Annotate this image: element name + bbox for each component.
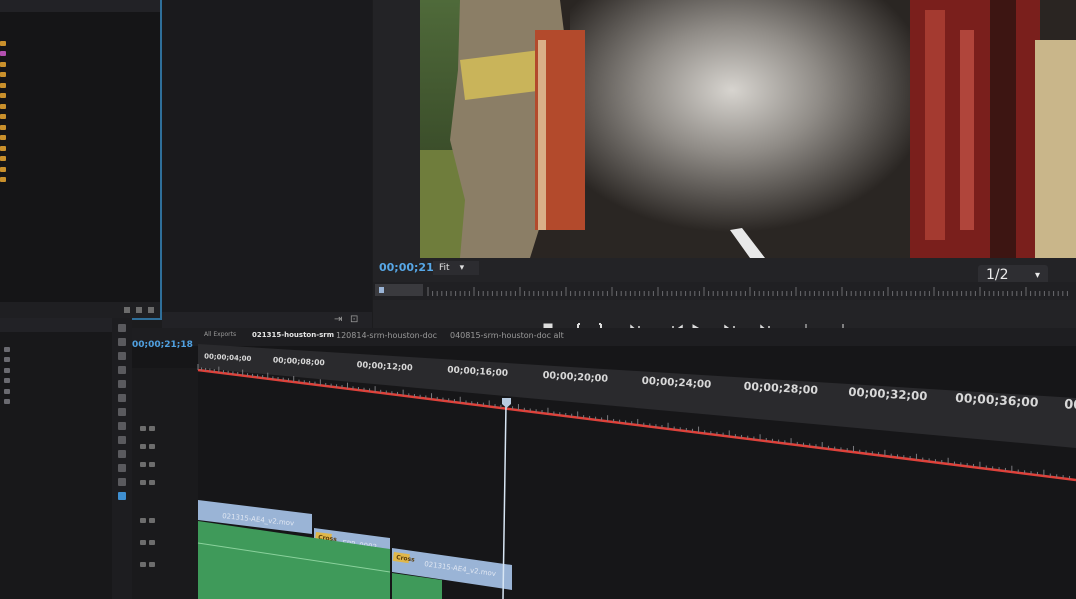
folder-icon	[0, 103, 6, 109]
folder-icon	[0, 51, 6, 57]
bin-item[interactable]	[0, 70, 70, 81]
effects-folder[interactable]	[4, 355, 13, 366]
track-select-tool-icon[interactable]	[118, 338, 126, 346]
bin-item[interactable]	[0, 175, 70, 186]
playback-resolution-label: 1/2	[986, 267, 1009, 283]
folder-icon	[0, 156, 6, 162]
bin-item[interactable]	[0, 112, 70, 123]
effects-folder[interactable]	[4, 365, 13, 376]
project-panel-header	[0, 0, 160, 12]
type-tool-icon[interactable]	[118, 436, 126, 444]
bin-item[interactable]	[0, 59, 70, 70]
rolling-edit-tool-icon[interactable]	[118, 464, 126, 472]
bin-item[interactable]	[0, 80, 70, 91]
chevron-down-icon: ▾	[459, 263, 465, 273]
timeline-tracks: 021315-AE4_v2.mov Cross EPR_0002 Cross 0…	[197, 398, 512, 599]
effects-panel	[0, 318, 112, 599]
new-item-icon[interactable]	[136, 307, 142, 313]
razor-tool-icon[interactable]	[118, 366, 126, 374]
bin-item[interactable]	[0, 91, 70, 102]
effects-folder[interactable]	[4, 386, 13, 397]
folder-icon	[0, 114, 6, 120]
zoom-fit-select[interactable]: Fit ▾	[433, 261, 479, 275]
bin-item[interactable]	[0, 133, 70, 144]
chevron-down-icon: ▾	[1034, 269, 1040, 281]
bin-item[interactable]	[0, 143, 70, 154]
folder-icon	[0, 82, 6, 88]
monitor-playhead[interactable]	[379, 287, 384, 293]
slide-tool-icon[interactable]	[118, 478, 126, 486]
timeline-panel: All Exports 021315-houston-srm 120814-sr…	[132, 328, 1076, 599]
folder-icon	[0, 93, 6, 99]
project-panel	[0, 0, 162, 320]
folder-icon	[0, 177, 6, 183]
effects-folder[interactable]	[4, 344, 13, 355]
source-panel: ⇥ ⊡	[162, 0, 372, 330]
folder-icon	[0, 61, 6, 67]
overwrite-icon[interactable]: ⊡	[350, 314, 358, 325]
audio-clip[interactable]	[198, 521, 390, 599]
rate-stretch-tool-icon[interactable]	[118, 450, 126, 458]
effects-list	[4, 344, 13, 407]
bin-item[interactable]	[0, 164, 70, 175]
pen-tool-icon[interactable]	[118, 394, 126, 402]
folder-icon	[4, 388, 10, 394]
bin-item[interactable]	[0, 38, 70, 49]
effects-folder[interactable]	[4, 376, 13, 387]
folder-icon	[0, 72, 6, 78]
bin-item[interactable]	[0, 154, 70, 165]
monitor-time-ruler[interactable]	[373, 282, 1076, 300]
insert-icon[interactable]: ⇥	[334, 314, 342, 325]
active-tool-icon[interactable]	[118, 492, 126, 500]
effects-panel-tabs	[0, 318, 112, 332]
project-panel-footer	[0, 302, 160, 318]
slip-tool-icon[interactable]	[118, 380, 126, 388]
trash-icon[interactable]	[148, 307, 154, 313]
playhead-handle[interactable]	[502, 398, 511, 408]
folder-icon	[4, 367, 10, 373]
folder-icon	[4, 399, 10, 405]
effects-folder[interactable]	[4, 397, 13, 408]
ripple-edit-tool-icon[interactable]	[118, 352, 126, 360]
bin-item[interactable]	[0, 49, 70, 60]
folder-icon	[4, 378, 10, 384]
folder-icon	[0, 145, 6, 151]
folder-icon	[0, 166, 6, 172]
folder-icon	[0, 40, 6, 46]
zoom-fit-label: Fit	[439, 263, 450, 273]
selection-tool-icon[interactable]	[118, 324, 126, 332]
tools-panel	[112, 318, 132, 599]
program-video-frame	[420, 0, 1076, 258]
project-bin-list	[0, 38, 70, 185]
bin-item[interactable]	[0, 122, 70, 133]
hand-tool-icon[interactable]	[118, 408, 126, 416]
folder-icon	[0, 124, 6, 130]
folder-icon	[4, 357, 10, 363]
folder-icon	[0, 135, 6, 141]
folder-icon	[4, 346, 10, 352]
program-monitor: 00;00;21;18 Fit ▾ 1/2 ▾	[373, 0, 1076, 372]
new-bin-icon[interactable]	[124, 307, 130, 313]
zoom-tool-icon[interactable]	[118, 422, 126, 430]
video-frame-image	[420, 0, 1076, 258]
bin-item[interactable]	[0, 101, 70, 112]
